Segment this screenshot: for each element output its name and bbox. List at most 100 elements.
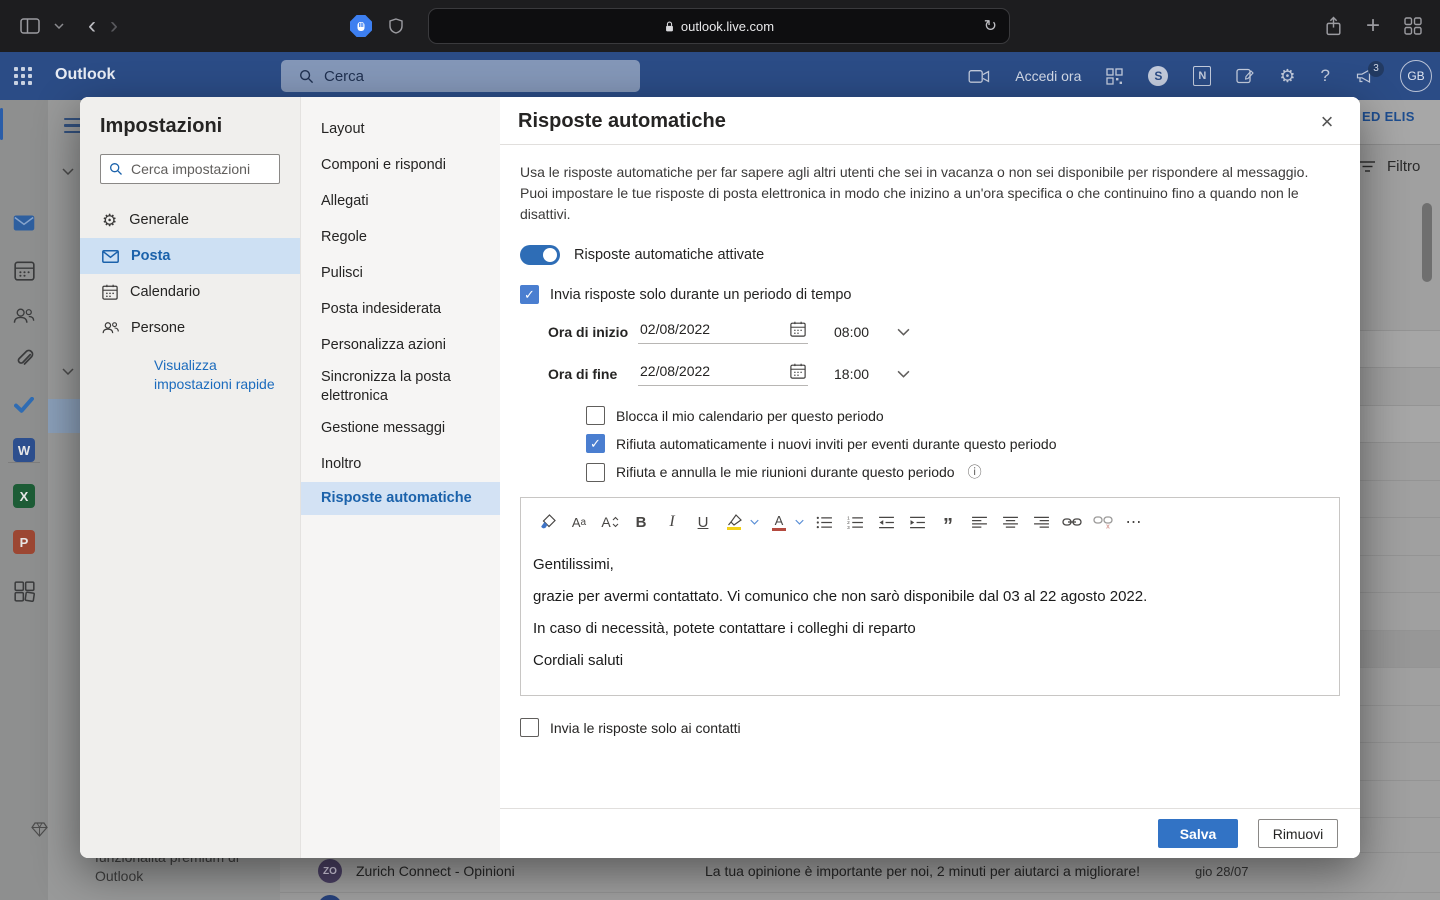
remove-link-icon[interactable]: x	[1092, 511, 1114, 533]
attachments-rail-icon[interactable]	[13, 348, 35, 370]
chevron-down-icon[interactable]	[750, 519, 759, 525]
qr-code-icon[interactable]	[1106, 68, 1123, 85]
period-checkbox[interactable]: ✓	[520, 285, 539, 304]
font-size-icon[interactable]: A	[599, 511, 621, 533]
announcements-icon[interactable]: 3	[1355, 69, 1375, 84]
datepicker-icon[interactable]	[790, 321, 806, 337]
back-button[interactable]: ‹	[88, 14, 96, 38]
content-blocker-icon[interactable]	[350, 15, 372, 37]
section-inoltro[interactable]: Inoltro	[301, 446, 500, 482]
info-icon[interactable]: ⓘ	[968, 462, 982, 482]
decline-invites-checkbox[interactable]: ✓	[586, 434, 605, 453]
category-posta[interactable]: Posta	[80, 238, 300, 274]
tab-overview-icon[interactable]	[1404, 17, 1422, 35]
save-button[interactable]: Salva	[1158, 819, 1238, 848]
italic-icon[interactable]: I	[661, 511, 683, 533]
forward-button[interactable]: ›	[110, 14, 118, 38]
category-calendario[interactable]: Calendario	[80, 274, 300, 310]
settings-gear-icon[interactable]: ⚙	[1279, 67, 1295, 85]
font-name-icon[interactable]: Aa	[568, 511, 590, 533]
settings-search-placeholder: Cerca impostazioni	[131, 161, 250, 177]
increase-indent-icon[interactable]	[906, 511, 928, 533]
remove-button[interactable]: Rimuovi	[1258, 819, 1338, 848]
search-icon	[109, 162, 123, 176]
decline-meetings-checkbox[interactable]	[586, 463, 605, 482]
reload-icon[interactable]: ↻	[984, 16, 997, 36]
groups-chevron-icon[interactable]	[62, 368, 74, 375]
word-rail-icon[interactable]: W	[13, 439, 35, 461]
bold-icon[interactable]: B	[630, 511, 652, 533]
calendar-rail-icon[interactable]	[13, 259, 35, 281]
people-rail-icon[interactable]	[13, 305, 35, 327]
reply-message-editor[interactable]: Aa A B I U A	[520, 497, 1340, 696]
skype-icon[interactable]: S	[1148, 66, 1168, 86]
address-bar[interactable]: outlook.live.com ↻	[428, 8, 1010, 44]
highlight-color-icon[interactable]	[723, 511, 745, 533]
section-risposte-automatiche[interactable]: Risposte automatiche	[301, 482, 500, 515]
todo-tasks-icon[interactable]	[1236, 67, 1254, 85]
reply-message-body[interactable]: Gentilissimi, grazie per avermi contatta…	[521, 537, 1339, 688]
section-sincronizza-posta[interactable]: Sincronizza la posta elettronica	[301, 363, 501, 410]
filter-button[interactable]: Filtro	[1360, 158, 1420, 175]
todo-rail-icon[interactable]	[13, 394, 35, 416]
signin-link[interactable]: Accedi ora	[1015, 68, 1081, 84]
mail-rail-icon[interactable]	[13, 212, 35, 234]
more-formatting-icon[interactable]: ⋯	[1123, 511, 1145, 533]
bullet-list-icon[interactable]	[813, 511, 835, 533]
section-componi-e-rispondi[interactable]: Componi e rispondi	[301, 147, 500, 183]
privacy-shield-icon[interactable]	[388, 17, 404, 35]
onenote-icon[interactable]: N	[1193, 66, 1211, 86]
section-regole[interactable]: Regole	[301, 219, 500, 255]
automatic-replies-toggle[interactable]	[520, 245, 560, 265]
category-generale[interactable]: ⚙ Generale	[80, 202, 300, 238]
align-left-icon[interactable]	[968, 511, 990, 533]
align-right-icon[interactable]	[1030, 511, 1052, 533]
decrease-indent-icon[interactable]	[875, 511, 897, 533]
more-apps-rail-icon[interactable]	[13, 580, 35, 602]
app-launcher-icon[interactable]	[14, 67, 32, 85]
section-gestione-messaggi[interactable]: Gestione messaggi	[301, 410, 500, 446]
section-personalizza-azioni[interactable]: Personalizza azioni	[301, 327, 500, 363]
section-layout[interactable]: Layout	[301, 111, 500, 147]
font-color-icon[interactable]: A	[768, 511, 790, 533]
filter-icon	[1360, 161, 1375, 172]
numbered-list-icon[interactable]: 123	[844, 511, 866, 533]
powerpoint-rail-icon[interactable]: P	[13, 531, 35, 553]
list-scrollbar-thumb[interactable]	[1422, 203, 1432, 282]
insert-link-icon[interactable]	[1061, 511, 1083, 533]
block-calendar-checkbox[interactable]	[586, 406, 605, 425]
message-line: Gentilissimi,	[533, 556, 1327, 573]
sidebar-chevron-icon[interactable]	[54, 23, 64, 29]
start-time-dropdown[interactable]: 08:00	[834, 324, 910, 340]
end-time-dropdown[interactable]: 18:00	[834, 366, 910, 382]
meet-camera-icon[interactable]	[968, 70, 990, 83]
contacts-only-checkbox[interactable]	[520, 718, 539, 737]
underline-icon[interactable]: U	[692, 511, 714, 533]
account-avatar[interactable]: GB	[1400, 60, 1432, 92]
align-center-icon[interactable]	[999, 511, 1021, 533]
folders-chevron-icon[interactable]	[62, 168, 74, 175]
close-icon[interactable]: ×	[1314, 109, 1340, 135]
start-date-field[interactable]: 02/08/2022	[638, 319, 808, 344]
panel-header: Risposte automatiche ×	[500, 97, 1360, 145]
format-painter-icon[interactable]	[537, 511, 559, 533]
new-tab-icon[interactable]: +	[1366, 12, 1380, 40]
section-posta-indesiderata[interactable]: Posta indesiderata	[301, 291, 500, 327]
section-pulisci[interactable]: Pulisci	[301, 255, 500, 291]
excel-rail-icon[interactable]: X	[13, 485, 35, 507]
option-label: Blocca il mio calendario per questo peri…	[616, 408, 884, 424]
end-date-field[interactable]: 22/08/2022	[638, 361, 808, 386]
chevron-down-icon[interactable]	[795, 519, 804, 525]
message-line: Cordiali saluti	[533, 652, 1327, 669]
email-list-row[interactable]: ZO Zurich Connect - Opinioni La tua opin…	[280, 858, 1440, 892]
help-icon[interactable]: ?	[1321, 66, 1330, 86]
share-icon[interactable]	[1325, 16, 1342, 36]
settings-search-input[interactable]: Cerca impostazioni	[100, 154, 280, 184]
section-allegati[interactable]: Allegati	[301, 183, 500, 219]
quick-settings-link[interactable]: Visualizza impostazioni rapide	[154, 356, 286, 394]
sidebar-toggle-icon[interactable]	[20, 18, 40, 34]
blockquote-icon[interactable]: ”	[937, 511, 959, 533]
category-persone[interactable]: Persone	[80, 310, 300, 346]
header-search-input[interactable]: Cerca	[281, 60, 640, 92]
datepicker-icon[interactable]	[790, 363, 806, 379]
